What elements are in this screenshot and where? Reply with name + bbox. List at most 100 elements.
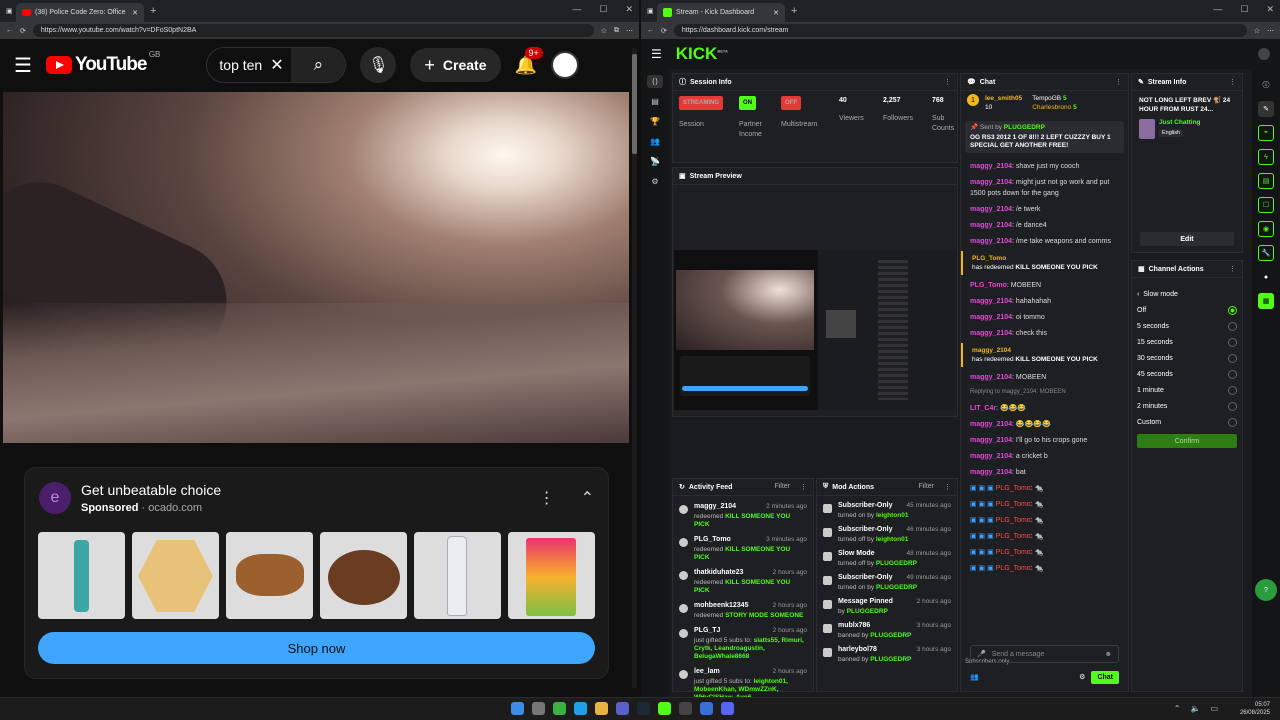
category-name[interactable]: Just Chatting — [1159, 119, 1201, 126]
xbox-app-icon[interactable] — [553, 702, 566, 715]
radio-button[interactable] — [1228, 417, 1237, 427]
new-tab-button[interactable]: + — [150, 5, 156, 17]
chat-username[interactable]: maggy_2104 — [970, 206, 1012, 213]
clock[interactable]: 05:07 26/08/2025 — [1240, 701, 1270, 717]
rank2-user[interactable]: TempoGB — [1032, 95, 1061, 102]
activity-item[interactable]: PLG_Tomo 3 minutes ago redeemed KILL SOMEO… — [673, 536, 813, 562]
panel-menu-icon[interactable]: ⋮ — [1229, 265, 1236, 273]
rank3-user[interactable]: Charlesbrono — [1032, 104, 1071, 111]
radio-button[interactable] — [1228, 305, 1237, 315]
product-yam[interactable] — [226, 532, 313, 619]
activity-item[interactable]: maggy_2104 2 minutes ago redeemed KILL SOM… — [673, 503, 813, 529]
kick-tab[interactable]: Stream - Kick Dashboard ✕ — [657, 3, 785, 22]
youtube-tab[interactable]: (38) Police Code Zero: Office ✕ — [16, 3, 144, 22]
slow-mode-option[interactable]: 45 seconds — [1132, 366, 1242, 382]
product-cake[interactable] — [320, 532, 407, 619]
shop-now-button[interactable]: Shop now — [38, 632, 595, 664]
redeem-user[interactable]: PLG_Tomo — [972, 254, 1119, 263]
mod-action-item[interactable]: harleybol78 3 hours ago banned by PLUGGEDR… — [817, 646, 957, 664]
tray-chevron-icon[interactable]: ⌃ — [1174, 704, 1181, 713]
mod-action-item[interactable]: Message Pinned 2 hours ago by PLUGGEDRP — [817, 598, 957, 616]
wrench-rail-icon[interactable]: 🔧 — [1258, 245, 1274, 261]
extensions-icon[interactable]: ⧉ — [614, 27, 619, 35]
activity-item[interactable]: mohbeenk12345 2 hours ago redeemed STORY M… — [673, 602, 813, 620]
redeem-user[interactable]: maggy_2104 — [972, 346, 1119, 355]
close-window-icon[interactable]: ✕ — [1266, 4, 1274, 15]
slow-mode-option[interactable]: 30 seconds — [1132, 350, 1242, 366]
top-user[interactable]: lee_smith05 — [985, 95, 1022, 102]
chat-username[interactable]: PLG_Tomo — [996, 565, 1031, 572]
steam-icon[interactable] — [637, 702, 650, 715]
minimize-icon[interactable]: — — [572, 4, 581, 15]
hamburger-menu-icon[interactable]: ☰ — [14, 53, 32, 78]
sidebar-toggle-icon[interactable]: ▣ — [6, 7, 16, 15]
slow-mode-option[interactable]: 5 seconds — [1132, 318, 1242, 334]
mod-action-item[interactable]: Subscriber-Only 49 minutes ago turned on b… — [817, 574, 957, 592]
new-tab-button[interactable]: + — [791, 5, 797, 17]
product-vodka-bottle[interactable] — [414, 532, 501, 619]
mod-action-item[interactable]: Subscriber-Only 45 minutes ago turned on b… — [817, 502, 957, 520]
voice-search-button[interactable]: 🎙 — [360, 47, 397, 83]
chat-username[interactable]: PLG_Tomo — [996, 501, 1031, 508]
kick-logo[interactable]: KICKBETA — [676, 44, 728, 64]
users-rail-icon[interactable]: ● — [1258, 269, 1274, 285]
file-explorer-icon[interactable] — [595, 702, 608, 715]
close-window-icon[interactable]: ✕ — [625, 4, 633, 15]
slow-mode-option[interactable]: 15 seconds — [1132, 334, 1242, 350]
settings-nav-icon[interactable]: ⚙ — [647, 175, 663, 188]
chat-username[interactable]: LIT_C4r — [970, 405, 996, 412]
panel-menu-icon[interactable]: ⋮ — [1229, 78, 1236, 86]
radio-button[interactable] — [1228, 385, 1237, 395]
chat-username[interactable]: maggy_2104 — [970, 453, 1012, 460]
youtube-logo[interactable]: YouTube GB — [45, 50, 160, 76]
library-nav-icon[interactable]: ▤ — [647, 95, 663, 108]
slow-mode-option[interactable]: 1 minute — [1132, 382, 1242, 398]
chat-username[interactable]: maggy_2104 — [970, 238, 1012, 245]
search-input[interactable]: top ten ✕ — [207, 48, 291, 82]
confirm-button[interactable]: Confirm — [1137, 434, 1237, 448]
mic-icon[interactable]: 🎤 — [977, 650, 986, 658]
task-view-icon[interactable] — [532, 702, 545, 715]
page-scrollbar[interactable] — [632, 48, 637, 688]
collapse-chevron-up-icon[interactable]: ⌃ — [581, 488, 594, 508]
stream-preview-video[interactable] — [674, 250, 957, 410]
panel-menu-icon[interactable]: ⋮ — [800, 483, 807, 491]
chat-username[interactable]: maggy_2104 — [970, 179, 1012, 186]
product-tortuga-box[interactable] — [132, 532, 219, 619]
browser-menu-icon[interactable]: ⋯ — [1267, 27, 1274, 35]
broadcast-nav-icon[interactable]: 📡 — [647, 155, 663, 168]
chat-username[interactable]: maggy_2104 — [970, 314, 1012, 321]
edge-icon[interactable] — [574, 702, 587, 715]
reload-icon[interactable]: ⟳ — [20, 27, 26, 35]
chat-input[interactable]: 🎤 Send a message ☻ — [970, 645, 1119, 663]
chat-rail-icon[interactable]: ☐ — [1258, 197, 1274, 213]
maximize-icon[interactable]: ☐ — [599, 4, 607, 15]
scrollbar-thumb[interactable] — [632, 54, 637, 154]
kick-avatar[interactable] — [1258, 48, 1270, 60]
send-chat-button[interactable]: Chat — [1091, 670, 1119, 684]
chat-username[interactable]: PLG_Tomo — [996, 485, 1031, 492]
radio-button[interactable] — [1228, 321, 1237, 331]
partner-on-pill[interactable]: ON — [739, 96, 756, 110]
activity-filter-button[interactable]: Filter — [774, 483, 790, 491]
hamburger-menu-icon[interactable]: ☰ — [651, 47, 662, 61]
chat-username[interactable]: maggy_2104 — [970, 222, 1012, 229]
edit-rail-icon[interactable]: ✎ — [1258, 101, 1274, 117]
chat-username[interactable]: maggy_2104 — [970, 469, 1012, 476]
tab-close-icon[interactable]: ✕ — [773, 9, 779, 17]
kick-app-icon[interactable] — [658, 702, 671, 715]
maximize-icon[interactable]: ☐ — [1240, 4, 1248, 15]
mod-action-item[interactable]: Subscriber-Only 46 minutes ago turned off … — [817, 526, 957, 544]
url-field[interactable]: https://dashboard.kick.com/stream — [673, 24, 1247, 37]
chat-username[interactable]: PLG_Tomo — [996, 549, 1031, 556]
product-fruit-lollies[interactable] — [508, 532, 595, 619]
chat-username[interactable]: maggy_2104 — [970, 374, 1012, 381]
target-rail-icon[interactable]: ⌖ — [1258, 125, 1274, 141]
info-rail-icon[interactable]: ⓘ — [1258, 77, 1274, 93]
radio-button[interactable] — [1228, 401, 1237, 411]
active-tool-rail-icon[interactable]: ▦ — [1258, 293, 1274, 309]
url-field[interactable]: https://www.youtube.com/watch?v=DFoS0ptN… — [32, 24, 594, 37]
search-button[interactable]: ⌕ — [291, 48, 346, 82]
more-options-icon[interactable]: ⋮ — [539, 488, 555, 508]
emoji-icon[interactable]: ☻ — [1105, 651, 1112, 658]
